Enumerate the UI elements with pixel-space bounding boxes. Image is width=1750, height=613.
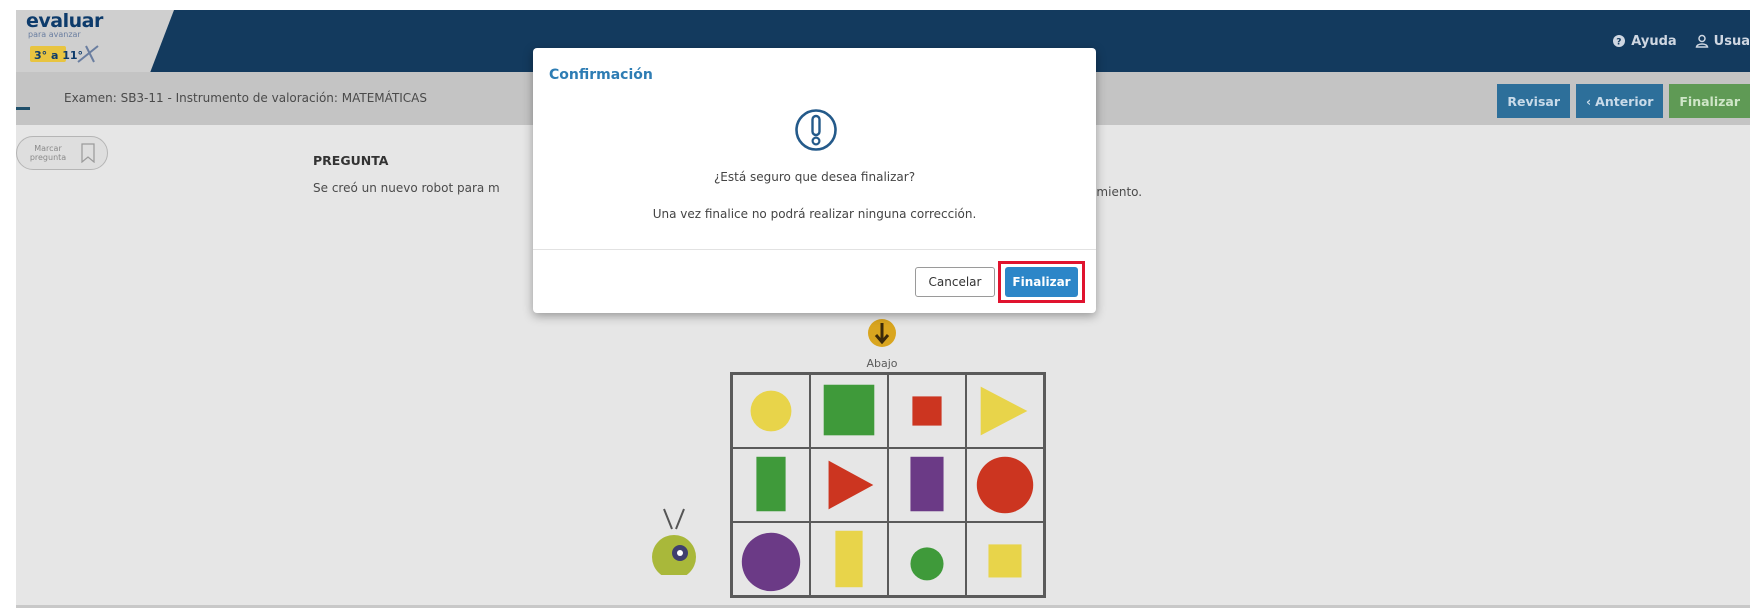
robot-character-icon	[652, 508, 696, 575]
exam-page: evaluar para avanzar 3° a 11° ? Ayuda Us…	[16, 10, 1750, 608]
dialog-note: Una vez finalice no podrá realizar ningu…	[652, 207, 977, 221]
svg-text:?: ?	[1617, 38, 1622, 48]
previous-button[interactable]: ‹ Anterior	[1576, 84, 1664, 118]
review-button[interactable]: Revisar	[1497, 84, 1570, 118]
help-link-label: Ayuda	[1631, 33, 1677, 49]
bookmark-icon	[81, 143, 95, 163]
confirm-finish-button[interactable]: Finalizar	[1005, 267, 1078, 297]
help-link[interactable]: ? Ayuda	[1612, 33, 1677, 49]
grid-cell	[810, 448, 888, 522]
grid-cell	[732, 374, 810, 448]
grid-cell	[966, 374, 1044, 448]
grid-cell	[810, 522, 888, 596]
dialog-question: ¿Está seguro que desea finalizar?	[713, 170, 916, 184]
header-links: ? Ayuda Usua	[1612, 10, 1750, 72]
grid-cell	[888, 448, 966, 522]
green-square-shape	[823, 384, 875, 436]
exam-title: Examen: SB3-11 - Instrumento de valoraci…	[64, 91, 428, 105]
dialog-title: Confirmación	[549, 67, 653, 83]
user-link[interactable]: Usua	[1695, 34, 1750, 49]
chevron-left-icon: ‹	[1586, 93, 1592, 109]
exclamation-circle-icon	[795, 109, 837, 151]
question-text-start: Se creó un nuevo robot para m	[313, 181, 500, 195]
mark-question-label: Marcar pregunta	[29, 144, 67, 162]
yellow-rectangle-shape	[835, 530, 863, 588]
red-circle-shape	[976, 456, 1034, 514]
green-small-circle-shape	[910, 547, 944, 581]
screenshot-frame: evaluar para avanzar 3° a 11° ? Ayuda Us…	[0, 0, 1750, 613]
left-divider	[16, 107, 30, 110]
previous-button-label: Anterior	[1595, 93, 1654, 109]
highlight-box: Finalizar	[998, 261, 1085, 303]
purple-rectangle-shape	[910, 456, 944, 512]
exam-actions: Revisar ‹ Anterior Finalizar	[1497, 84, 1750, 118]
grid-cell	[966, 448, 1044, 522]
app-logo[interactable]: evaluar para avanzar 3° a 11°	[26, 12, 156, 68]
user-link-label: Usua	[1713, 33, 1750, 49]
red-triangle-shape	[828, 460, 874, 510]
cancel-button[interactable]: Cancelar	[915, 267, 995, 297]
logo-mark-icon: 3° a 11°	[30, 45, 99, 63]
grid-cell	[966, 522, 1044, 596]
confirmation-dialog: Confirmación ¿Está seguro que desea fina…	[533, 48, 1096, 313]
dialog-divider	[533, 249, 1096, 250]
logo-badge: 3° a 11°	[34, 49, 83, 62]
purple-circle-shape	[741, 532, 801, 592]
help-circle-icon: ?	[1613, 35, 1626, 48]
user-icon	[1695, 34, 1709, 48]
question-heading: PREGUNTA	[313, 153, 389, 168]
logo-word: evaluar	[26, 10, 103, 32]
shapes-grid	[730, 372, 1046, 598]
red-small-square-shape	[912, 396, 942, 426]
grid-cell	[888, 374, 966, 448]
direction-label: Abajo	[866, 357, 898, 370]
robot-pointer-icon	[868, 319, 896, 347]
logo-panel: evaluar para avanzar 3° a 11°	[16, 10, 174, 72]
grid-cell	[732, 448, 810, 522]
yellow-triangle-shape	[980, 386, 1028, 436]
green-rectangle-shape	[756, 456, 786, 512]
grid-cell	[732, 522, 810, 596]
yellow-small-square-shape	[988, 544, 1022, 578]
finish-button[interactable]: Finalizar	[1669, 84, 1750, 118]
mark-question-button[interactable]: Marcar pregunta	[16, 136, 108, 170]
yellow-circle-shape	[750, 390, 792, 432]
grid-cell	[810, 374, 888, 448]
grid-cell	[888, 522, 966, 596]
